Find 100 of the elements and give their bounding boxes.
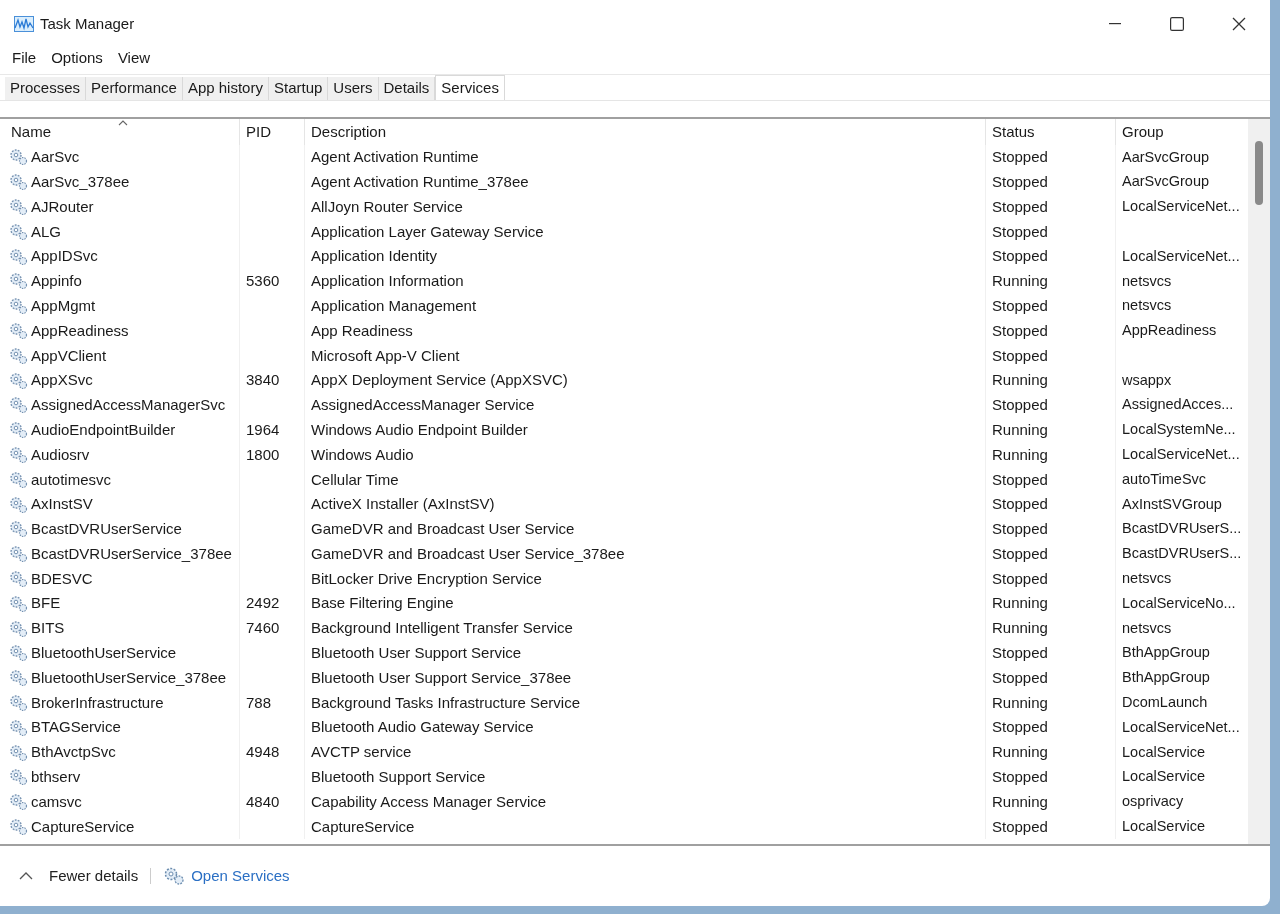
column-header[interactable]: Status [992, 120, 1035, 144]
column-header[interactable]: Description [311, 120, 387, 144]
chevron-up-icon[interactable] [19, 872, 33, 880]
table-cell-text: AppX Deployment Service (AppXSVC) [311, 370, 568, 391]
table-cell-text: camsvc [31, 791, 82, 812]
table-cell-text: Stopped [992, 717, 1048, 738]
table-cell-text: Running [992, 593, 1048, 614]
table-cell-text: Running [992, 791, 1048, 812]
table-cell-text: LocalService [1122, 742, 1205, 762]
table-cell-text: LocalService [1122, 817, 1205, 837]
table-cell-text: Capability Access Manager Service [311, 791, 547, 812]
gears-icon [9, 520, 28, 539]
fewer-details-button[interactable]: Fewer details [49, 864, 139, 888]
gears-icon [9, 768, 28, 787]
table-cell-text: Stopped [992, 345, 1048, 366]
close-icon[interactable] [1232, 17, 1246, 31]
minimize-icon[interactable] [1109, 23, 1121, 25]
table-cell-text: BDESVC [31, 568, 93, 589]
table-cell-text: AarSvcGroup [1122, 147, 1210, 167]
table-cell-text: Running [992, 618, 1048, 639]
tab[interactable]: Startup [268, 77, 329, 100]
tab[interactable]: App history [182, 77, 269, 100]
table-cell-text: BTAGService [31, 717, 121, 738]
table-cell-text: Stopped [992, 469, 1048, 490]
table-cell-text: wsappx [1122, 370, 1172, 390]
table-cell-text: osprivacy [1122, 792, 1184, 812]
table-cell-text: BthAppGroup [1122, 668, 1210, 688]
table-cell-text: 788 [246, 692, 272, 713]
table-cell-text: AppXSvc [31, 370, 93, 391]
tab[interactable]: Details [378, 77, 436, 100]
table-cell-text: AppIDSvc [31, 246, 98, 267]
gears-icon [9, 222, 28, 241]
table-cell-text: LocalServiceNet... [1122, 246, 1240, 266]
gears-icon [9, 619, 28, 638]
gears-icon [163, 866, 186, 886]
open-services-link[interactable]: Open Services [191, 864, 290, 888]
table-cell-text: Appinfo [31, 271, 82, 292]
maximize-icon[interactable] [1170, 17, 1184, 31]
table-cell-text: AudioEndpointBuilder [31, 419, 176, 440]
table-cell-text: Background Intelligent Transfer Service [311, 618, 573, 639]
table-cell-text: 3840 [246, 370, 280, 391]
table-cell-text: AarSvc_378ee [31, 171, 130, 192]
menu-item[interactable]: File [5, 46, 44, 70]
table-cell-text: AllJoyn Router Service [311, 196, 463, 217]
table-cell-text: AxInstSV [31, 494, 93, 515]
table-cell-text: Stopped [992, 295, 1048, 316]
table-cell-text: Stopped [992, 568, 1048, 589]
gears-icon [9, 297, 28, 316]
table-cell-text: Running [992, 692, 1048, 713]
table-cell-text: Windows Audio [311, 444, 414, 465]
tab[interactable]: Services [435, 75, 505, 100]
gears-icon [9, 173, 28, 192]
table-cell-text: AarSvcGroup [1122, 172, 1210, 192]
table-cell-text: BcastDVRUserService_378ee [31, 543, 232, 564]
table-cell-text: AppReadiness [31, 320, 129, 341]
table-cell-text: netsvcs [1122, 296, 1172, 316]
menu-item[interactable]: View [110, 46, 158, 70]
table-cell-text: LocalService [1122, 767, 1205, 787]
table-cell-text: Audiosrv [31, 444, 90, 465]
table-cell-text: Microsoft App-V Client [311, 345, 460, 366]
table-cell-text: Stopped [992, 171, 1048, 192]
table-cell-text: Stopped [992, 221, 1048, 242]
table-cell-text: Stopped [992, 519, 1048, 540]
table-cell-text: CaptureService [31, 816, 135, 837]
table-cell-text: Stopped [992, 196, 1048, 217]
gears-icon [9, 545, 28, 564]
gears-icon [9, 793, 28, 812]
column-header[interactable]: Name [11, 120, 51, 144]
table-cell-text: 2492 [246, 593, 280, 614]
table-cell-text: AppVClient [31, 345, 107, 366]
table-cell-text: Application Layer Gateway Service [311, 221, 544, 242]
column-header[interactable]: Group [1122, 120, 1164, 144]
table-cell-text: BthAvctpSvc [31, 742, 116, 763]
table-cell-text: Stopped [992, 246, 1048, 267]
table-cell-text: netsvcs [1122, 618, 1172, 638]
gears-icon [9, 594, 28, 613]
table-cell-text: BcastDVRUserS... [1122, 544, 1242, 564]
menu-item[interactable]: Options [44, 46, 110, 70]
tab[interactable]: Performance [86, 77, 183, 100]
table-cell-text: netsvcs [1122, 271, 1172, 291]
table-cell-text: AJRouter [31, 196, 94, 217]
tab[interactable]: Processes [5, 77, 87, 100]
gears-icon [9, 644, 28, 663]
gears-icon [9, 148, 28, 167]
table-cell-text: autotimesvc [31, 469, 112, 490]
table-cell-text: Cellular Time [311, 469, 399, 490]
app-icon [14, 16, 34, 32]
column-header[interactable]: PID [246, 120, 271, 144]
table-cell-text: Stopped [992, 395, 1048, 416]
scrollbar-thumb[interactable] [1255, 141, 1263, 205]
tab[interactable]: Users [328, 77, 379, 100]
table-cell-text: Base Filtering Engine [311, 593, 454, 614]
table-cell-text: GameDVR and Broadcast User Service [311, 519, 575, 540]
table-cell-text: BluetoothUserService_378ee [31, 667, 227, 688]
gears-icon [9, 272, 28, 291]
window-title: Task Manager [40, 13, 135, 34]
table-cell-text: AxInstSVGroup [1122, 494, 1222, 514]
table-cell-text: 1800 [246, 444, 280, 465]
table-cell-text: Running [992, 419, 1048, 440]
table-cell-text: CaptureService [311, 816, 415, 837]
